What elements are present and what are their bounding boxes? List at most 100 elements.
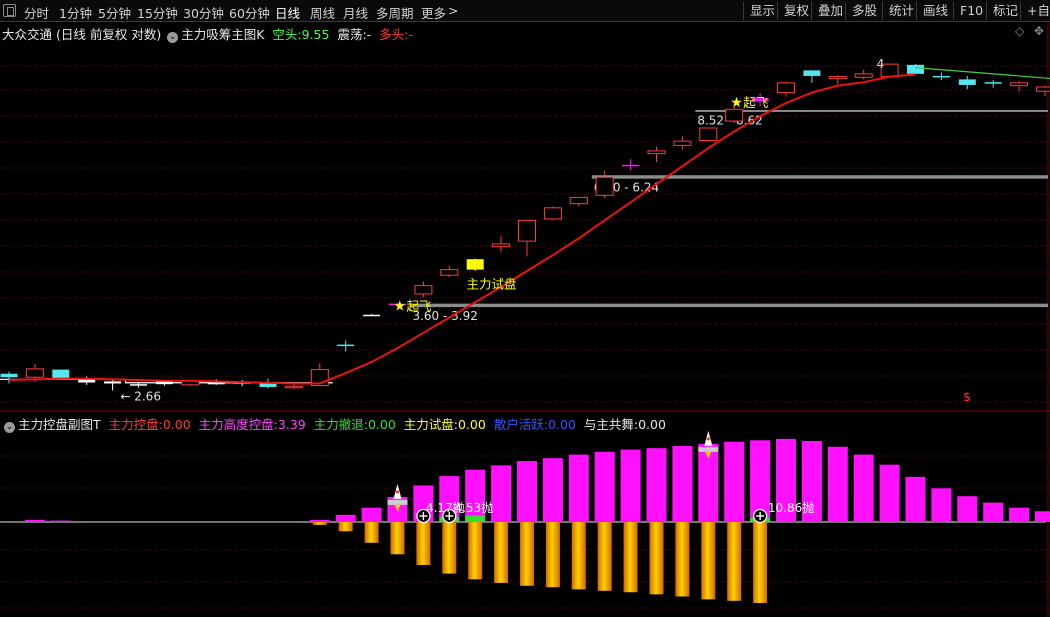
control-bar-25	[646, 448, 667, 522]
candle-0	[0, 371, 18, 384]
flow-bar-28	[727, 522, 742, 601]
control-bar-26	[672, 446, 693, 522]
sell-label-1: 4.53抛	[454, 500, 493, 515]
candle-body	[363, 314, 381, 317]
control-bar-1	[24, 519, 45, 522]
candle-body	[622, 164, 640, 167]
candle-25	[647, 146, 666, 163]
candle-body	[1010, 82, 1029, 87]
flow-bar-12	[312, 522, 327, 525]
candle-27	[699, 127, 718, 142]
candle-36	[932, 72, 950, 81]
candle-body	[414, 285, 433, 295]
signal-star-icon-0: ★	[394, 298, 407, 314]
control-bar-36	[931, 488, 952, 522]
candle-body	[777, 82, 795, 94]
candle-body	[803, 70, 821, 76]
pressure-zone-2	[695, 109, 1048, 112]
flow-bar-21	[545, 522, 560, 588]
control-bar-14	[361, 507, 382, 522]
candle-body	[284, 385, 303, 389]
control-bar-37	[957, 496, 978, 522]
candle-body	[647, 150, 666, 155]
candle-11	[284, 384, 303, 390]
plus-circle-icon-2	[752, 508, 768, 524]
candle-32	[828, 75, 847, 85]
control-bar-34	[879, 464, 900, 522]
control-bar-19	[491, 465, 512, 522]
candle-22	[569, 196, 588, 207]
candle-body	[1036, 86, 1050, 92]
flow-bar-29	[753, 522, 768, 603]
candle-14	[363, 314, 381, 317]
candle-body	[0, 373, 18, 378]
candle-4	[104, 379, 122, 391]
candle-38	[984, 80, 1002, 88]
candle-16	[414, 281, 433, 298]
sell-label-2: 10.86抛	[768, 500, 814, 515]
flow-bar-22	[571, 522, 586, 590]
flow-bar-13	[338, 522, 353, 532]
candle-body	[52, 369, 70, 379]
flow-bar-23	[597, 522, 612, 591]
candle-body	[104, 381, 122, 384]
control-bar-39	[1009, 507, 1030, 522]
candle-body	[984, 82, 1002, 84]
rocket-base	[387, 499, 408, 505]
high-price-label: 4	[877, 57, 885, 71]
candle-body	[518, 219, 536, 242]
candle-body	[337, 344, 355, 347]
candle-body	[907, 64, 924, 74]
control-bar-28	[724, 441, 745, 522]
candle-body	[932, 75, 950, 78]
candle-21	[543, 206, 562, 221]
trend-line	[915, 67, 1050, 80]
control-bar-33	[853, 454, 874, 522]
flow-bar-20	[520, 522, 534, 586]
flow-bar-14	[364, 522, 379, 543]
candle-body	[725, 108, 744, 122]
signal-label-2: 起飞	[743, 95, 768, 110]
candle-body	[699, 127, 718, 141]
candle-19	[492, 235, 511, 253]
control-bar-20	[517, 461, 537, 522]
candle-33	[854, 69, 873, 80]
control-bar-40	[1035, 511, 1050, 522]
rocket-window	[395, 490, 400, 494]
rocket-base	[698, 446, 719, 452]
control-bar-24	[620, 449, 641, 522]
candle-body	[492, 243, 511, 248]
control-bar-13	[335, 514, 356, 522]
candle-body	[854, 73, 873, 78]
candle-31	[803, 70, 821, 83]
control-bar-12	[309, 519, 330, 522]
candle-body	[543, 207, 562, 220]
candle-26	[673, 136, 692, 150]
pressure-zone-1	[591, 175, 1048, 179]
control-bar-35	[905, 476, 926, 522]
kline-chart[interactable]: 3.60 - 3.926.00 - 6.248.52 - 8.62★起飞主力试盘…	[0, 0, 1050, 617]
control-bar-22	[568, 454, 589, 522]
candle-body	[130, 384, 147, 386]
candle-body	[569, 196, 588, 205]
candle-20	[518, 219, 536, 257]
ma-line	[8, 73, 916, 385]
candle-body	[25, 368, 44, 378]
candle-2	[52, 369, 70, 379]
flow-bar-24	[623, 522, 638, 593]
flow-bar-17	[442, 522, 457, 574]
control-bar-21	[542, 458, 563, 522]
signal-label-1: 主力试盘	[467, 276, 517, 291]
dollar-marker: $	[963, 390, 971, 404]
flow-bar-27	[701, 522, 716, 600]
retreat-bar-18	[465, 515, 486, 522]
candle-body	[828, 76, 847, 80]
flow-bar-16	[416, 522, 431, 565]
control-bar-2	[50, 520, 71, 522]
pressure-zone-0	[410, 303, 1048, 308]
signal-label-0: 起飞	[407, 298, 432, 313]
control-bar-38	[983, 502, 1004, 522]
flow-bar-25	[649, 522, 664, 595]
candle-17	[440, 265, 459, 278]
candle-35	[907, 64, 924, 74]
